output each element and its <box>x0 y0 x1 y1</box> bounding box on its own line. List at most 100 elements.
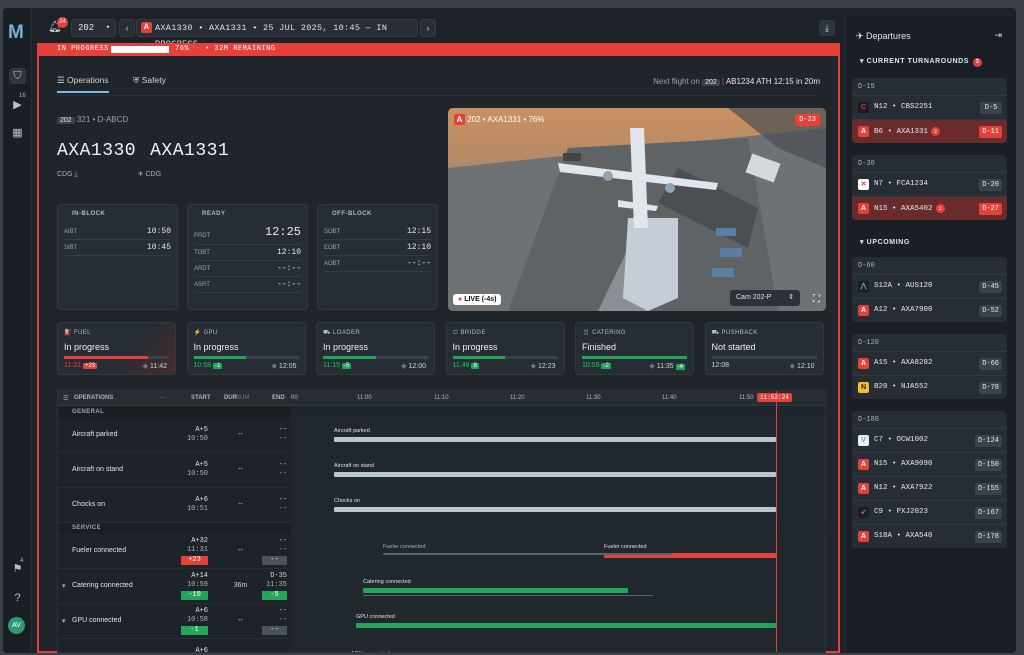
start-column-header: START <box>191 395 211 401</box>
gantt-bar[interactable] <box>334 437 776 442</box>
gantt-lane <box>291 569 825 604</box>
service-card-pushback[interactable]: ⛟ PUSHBACK Not started 12:08 ◆ 12:10 <box>704 322 824 375</box>
chevron-down-icon[interactable]: ▾ <box>62 617 66 625</box>
service-card-gpu[interactable]: ⚡ GPU In progress 10:58 -1 ◆ 12:05 <box>186 322 306 375</box>
service-start-time: 10:59 -2 <box>582 362 611 369</box>
table-row[interactable]: ▾ GPU connected A+6 10:58 -1 -- -- -- -- GPU… <box>58 604 825 639</box>
service-progress-fill <box>452 356 505 359</box>
flag-badge: 4 <box>20 558 24 564</box>
now-line <box>776 391 777 652</box>
table-row[interactable]: Chocks on A+6 10:51 -- -- -- Chocks on <box>58 488 825 523</box>
table-row[interactable]: ▾ Catering connected A+14 10:59 -10 36m D-… <box>58 569 825 604</box>
service-card-loader[interactable]: ⛟ LOADER In progress 11:15 -5 ◆ 12:00 <box>316 322 435 375</box>
stand-select[interactable]: 202 ▾ <box>71 19 116 37</box>
departure-item[interactable]: ⋀ S12A • AUS120 D-45 <box>852 274 1007 298</box>
departure-code: S18A • AXA540 <box>874 532 933 540</box>
departure-item[interactable]: A A12 • AXA7900 D-52 <box>852 298 1007 322</box>
table-row[interactable]: Fueler connected A+32 11:31 +23 -- -- -- -- … <box>58 534 825 569</box>
ready-card: READY PRDT 12:25 TOBT 12:10 ARDT --:-- ASRT… <box>187 204 308 310</box>
next-flight-info[interactable]: Next flight on 202 | AB1234 ATH 12:15 in… <box>653 77 820 86</box>
collapse-sidebar-icon[interactable]: ⇥ <box>994 30 1002 41</box>
gantt-bar[interactable] <box>363 588 628 593</box>
service-card-catering[interactable]: 🍴︎ CATERING Finished 10:59 -2 ◆ 11:35 -4 <box>575 322 694 375</box>
service-end-delta: -4 <box>675 364 685 370</box>
service-progress-fill <box>323 356 376 359</box>
avatar[interactable]: AV <box>8 617 25 634</box>
next-flight-button[interactable]: › <box>420 19 436 37</box>
camera-select[interactable]: Cam 202-P ⇕ <box>730 290 800 306</box>
departure-item[interactable]: ✕ N7 • FCA1234 D-20 <box>852 172 1007 196</box>
group-label: SERVICE <box>58 523 291 534</box>
fullscreen-icon[interactable]: ⛶ <box>813 294 820 305</box>
departure-item[interactable]: A N15 • AXA5402 1 D-27 <box>852 196 1007 220</box>
service-card-bridge[interactable]: ⛫ BRIDGE In progress 11:48 8 ◆ 12:23 <box>445 322 565 375</box>
camera-icon[interactable]: ▶ <box>9 97 26 113</box>
departure-flight: A12 • AXA7900 <box>874 306 933 314</box>
departure-item[interactable]: A S18A • AXA540 D-178 <box>852 524 1007 548</box>
time-row: AIBT 10:50 <box>64 225 171 240</box>
airline-logo-icon: A <box>858 358 869 369</box>
departure-item[interactable]: A N15 • AXA9090 D-150 <box>852 452 1007 476</box>
operation-duration: -- <box>238 547 243 554</box>
service-start-value: 11:31 <box>64 362 81 369</box>
flag-icon[interactable]: ⚑ <box>9 561 26 577</box>
gantt-bar[interactable] <box>334 472 776 477</box>
offblock-card: OFF-BLOCK SOBT 12:15 EOBT 12:10 AOBT --:-- <box>317 204 438 310</box>
airline-logo-icon: A <box>454 114 465 125</box>
tab-safety[interactable]: ⛨ Safety <box>133 75 166 86</box>
table-icon[interactable]: ▦ <box>9 125 26 141</box>
departure-item[interactable]: A B6 • AXA1331 2 D-11 <box>852 119 1007 143</box>
download-icon[interactable]: ⤓ <box>819 20 835 36</box>
help-icon[interactable]: ? <box>9 590 26 606</box>
operation-label: Aircraft parked <box>72 431 118 438</box>
upcoming-header[interactable]: ▾ UPCOMING <box>860 238 910 246</box>
departure-flight: A15 • AXA8282 <box>874 359 933 367</box>
service-name: ⛟ PUSHBACK <box>712 329 758 337</box>
service-start-time: 11:48 8 <box>453 362 479 369</box>
start-time: 11:31 <box>186 546 208 554</box>
time-icon: ◆ <box>271 363 278 370</box>
flight-selector[interactable]: A AXA1330 • AXA1331 • 25 JUL 2025, 10:45 … <box>136 19 418 49</box>
current-turnarounds-header[interactable]: ▾ CURRENT TURNAROUNDS 3 <box>860 57 983 67</box>
departure-item[interactable]: N B20 • NJA552 D-78 <box>852 375 1007 399</box>
takeoff-icon: ✈ <box>856 31 867 41</box>
gantt-bar[interactable] <box>356 623 776 628</box>
departure-item[interactable]: C N12 • CBS2251 D-5 <box>852 95 1007 119</box>
gantt-bar[interactable] <box>334 507 776 512</box>
service-progress <box>64 356 169 359</box>
departure-flight: C7 • OCW1002 <box>874 436 928 444</box>
next-flight-code: AB1234 ATH <box>725 77 772 86</box>
camera-feed[interactable]: A 202 • AXA1331 • 76% D-23 ● LIVE (-4s) … <box>448 108 826 311</box>
departure-item[interactable]: A A15 • AXA8282 D-66 <box>852 351 1007 375</box>
operations-menu-icon[interactable]: ··· <box>160 395 166 401</box>
service-start-delta: -1 <box>212 363 223 369</box>
chevron-down-icon[interactable]: ▾ <box>62 582 66 590</box>
divider <box>57 95 819 96</box>
airline-logo-icon: A <box>858 459 869 470</box>
timeline-tick: 11:10 <box>434 395 449 401</box>
turnaround-icon[interactable]: ⛉ <box>9 68 26 84</box>
time-key: ARDT <box>194 266 211 272</box>
table-row[interactable]: A+6 ACU connected <box>58 639 825 652</box>
time-key: AIBT <box>64 229 78 235</box>
start-offset: A+6 <box>195 496 208 504</box>
departure-flight: N12 • AXA7922 <box>874 484 933 492</box>
time-key: ASRT <box>194 282 210 288</box>
timeline-tick: 11:30 <box>586 395 601 401</box>
live-indicator: ● LIVE (-4s) <box>453 294 502 305</box>
departure-item[interactable]: V C7 • OCW1002 D-124 <box>852 428 1007 452</box>
tab-operations[interactable]: ☰ Operations <box>57 75 109 93</box>
table-row[interactable]: Aircraft parked A+5 10:50 -- -- -- Aircraf… <box>58 418 825 453</box>
service-card-fuel[interactable]: ⛽ FUEL In progress 11:31 +23 ◆ 11:42 <box>57 322 176 375</box>
top-bar: 🔔︎ 24 202 ▾ ‹ A AXA1330 • AXA1331 • 25 JUL… <box>36 16 839 49</box>
service-status: In progress <box>452 342 498 352</box>
departure-item[interactable]: ➶ C9 • PXJ2023 D-167 <box>852 500 1007 524</box>
ready-title: READY <box>202 211 226 217</box>
departure-code: A12 • AXA7900 <box>874 306 933 314</box>
departure-countdown: D-178 <box>974 531 1002 543</box>
table-row[interactable]: Aircraft on stand A+5 10:50 -- -- -- Aircr… <box>58 453 825 488</box>
camera-title-text: 202 • AXA1331 • 76% <box>467 115 545 124</box>
prev-flight-button[interactable]: ‹ <box>119 19 135 37</box>
takeoff-icon: ✈ <box>137 171 144 178</box>
departure-item[interactable]: A N12 • AXA7922 D-155 <box>852 476 1007 500</box>
